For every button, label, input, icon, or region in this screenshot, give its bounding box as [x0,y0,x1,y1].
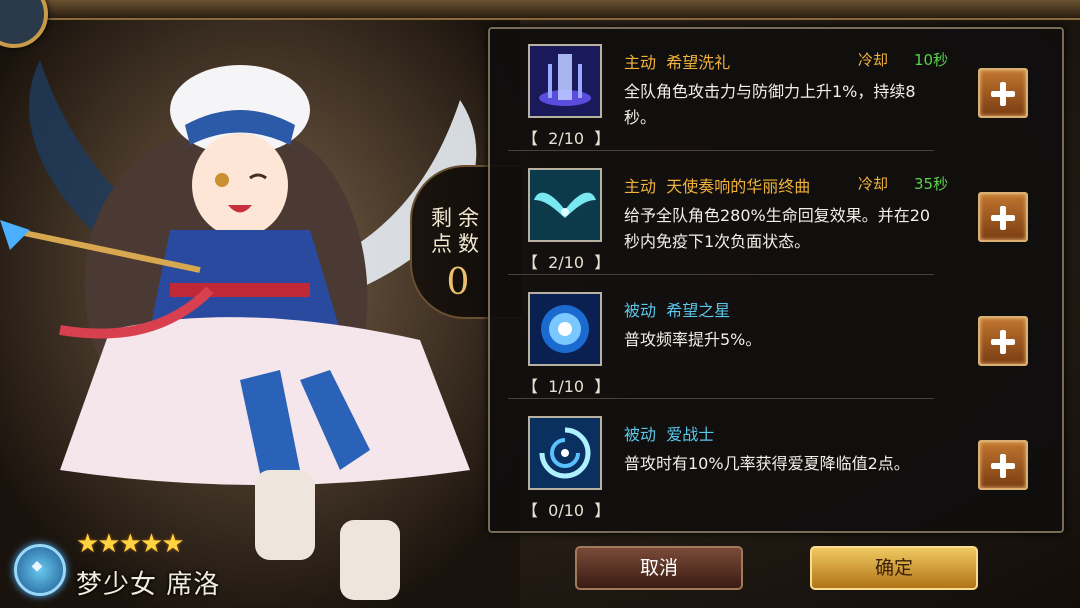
skill-name: 希望之星 [666,301,731,320]
skill-name: 爱战士 [666,425,715,444]
cooldown-value: 10秒 [914,51,949,69]
top-frame [0,0,1080,20]
remaining-points-label: 剩余点数 [431,206,485,256]
cooldown-label: 冷却 [858,51,889,69]
divider [508,150,934,151]
cooldown-value: 35秒 [914,175,949,193]
vortex-icon [528,416,602,490]
skill-level: 【 1/10 】 [522,377,611,396]
skill-type: 主动 [624,177,657,196]
upgrade-skill-button[interactable] [978,440,1028,490]
remaining-points-value: 0 [446,262,470,303]
skill-title: 被动 希望之星 [624,297,730,321]
divider [508,274,934,275]
skill-row: 【 2/10 】 主动 希望洗礼 冷却 10秒 全队角色攻击力与防御力上升1%，… [490,29,1062,151]
skill-row: 【 0/10 】 被动 爱战士 普攻时有10%几率获得爱夏降临值2点。 [490,401,1062,523]
cancel-button[interactable]: 取消 [575,546,743,590]
skill-description: 普攻频率提升5%。 [624,330,762,349]
star-rating: ★★★★★ [76,529,185,559]
upgrade-skill-button[interactable] [978,68,1028,118]
skill-row: 【 1/10 】 被动 希望之星 普攻频率提升5%。 [490,277,1062,399]
skill-panel: 【 2/10 】 主动 希望洗礼 冷却 10秒 全队角色攻击力与防御力上升1%，… [488,27,1064,533]
upgrade-skill-button[interactable] [978,192,1028,242]
skill-title: 被动 爱战士 [624,421,714,445]
skill-name: 希望洗礼 [666,53,731,72]
divider [508,398,934,399]
skill-type: 被动 [624,425,657,444]
skill-type: 被动 [624,301,657,320]
skill-title: 主动 天使奏响的华丽终曲 [624,173,810,197]
angel-wings-icon [528,168,602,242]
skill-level: 【 2/10 】 [522,253,611,272]
water-element-icon: ◆ [14,544,66,596]
skill-description: 全队角色攻击力与防御力上升1%，持续8秒。 [624,82,916,127]
character-name: 梦少女 席洛 [76,570,221,600]
skill-level: 【 0/10 】 [522,501,611,520]
confirm-button[interactable]: 确定 [810,546,978,590]
skill-description: 普攻时有10%几率获得爱夏降临值2点。 [624,454,910,473]
skill-name: 天使奏响的华丽终曲 [666,177,811,196]
skill-level: 【 2/10 】 [522,129,611,148]
star-burst-icon [528,292,602,366]
skill-title: 主动 希望洗礼 [624,49,730,73]
skill-type: 主动 [624,53,657,72]
skill-description: 给予全队角色280%生命回复效果。并在20秒内免疫下1次负面状态。 [624,206,931,251]
light-pillar-icon [528,44,602,118]
cooldown-label: 冷却 [858,175,889,193]
upgrade-skill-button[interactable] [978,316,1028,366]
skill-row: 【 2/10 】 主动 天使奏响的华丽终曲 冷却 35秒 给予全队角色280%生… [490,153,1062,275]
